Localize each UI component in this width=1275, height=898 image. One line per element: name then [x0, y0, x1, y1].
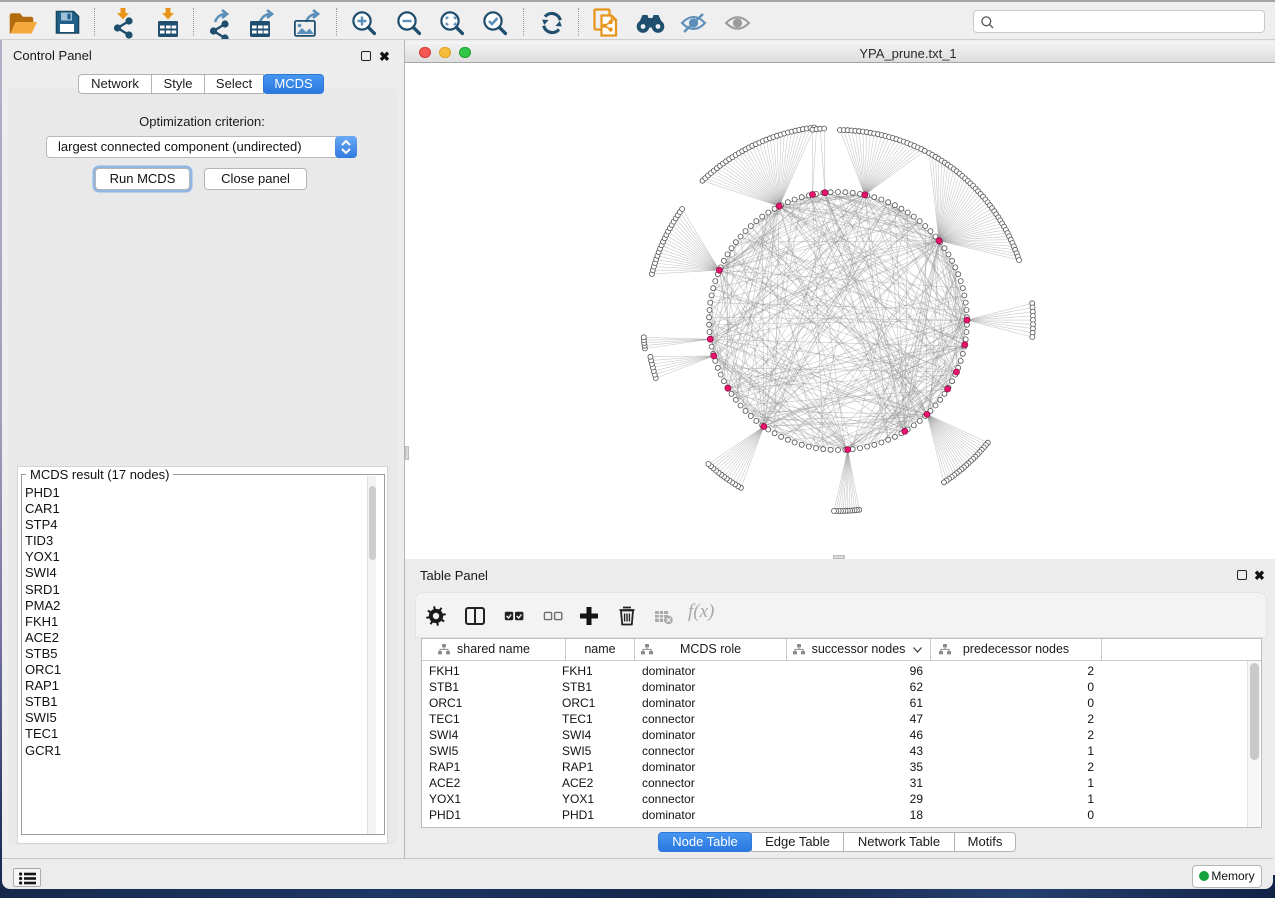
svg-text:f(x): f(x) — [688, 602, 714, 622]
